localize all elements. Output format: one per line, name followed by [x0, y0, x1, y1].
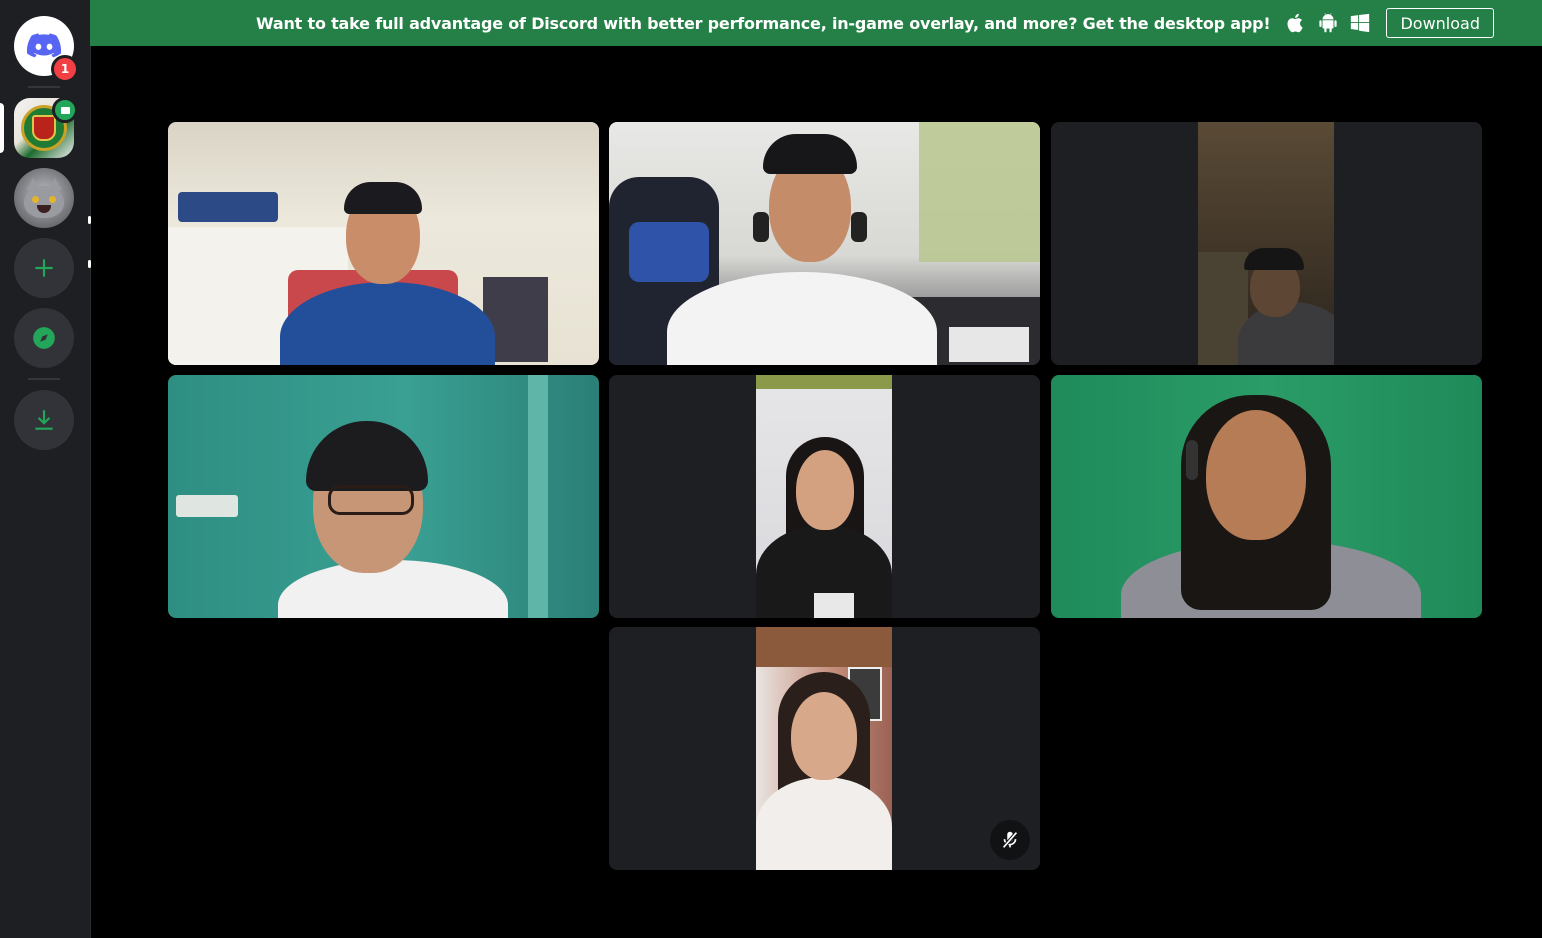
- discord-home-button[interactable]: 1: [14, 16, 79, 83]
- download-apps-button[interactable]: [14, 390, 74, 450]
- apple-icon: [1284, 11, 1308, 35]
- video-call-icon: [52, 97, 78, 123]
- unread-indicator: [88, 216, 91, 224]
- microphone-muted-icon: [1002, 831, 1018, 849]
- mute-indicator-button[interactable]: [990, 820, 1030, 860]
- unread-indicator: [88, 260, 91, 268]
- video-feed: [168, 122, 599, 365]
- add-server-icon: [35, 259, 53, 277]
- video-tile-participant-7[interactable]: [609, 627, 1040, 870]
- video-feed: [1051, 375, 1482, 618]
- video-tile-participant-3[interactable]: [1051, 122, 1482, 365]
- banner-text: Want to take full advantage of Discord w…: [256, 13, 1271, 33]
- video-feed: [609, 122, 1040, 365]
- windows-icon: [1348, 11, 1372, 35]
- explore-servers-button[interactable]: [14, 308, 74, 368]
- video-tile-participant-1[interactable]: [168, 122, 599, 365]
- desktop-app-banner: Want to take full advantage of Discord w…: [90, 0, 1542, 46]
- video-feed: [756, 375, 892, 618]
- download-apps-icon: [35, 410, 53, 430]
- cat-server-button[interactable]: [14, 168, 74, 228]
- cat-server-icon: [24, 178, 64, 218]
- sidebar-divider: [28, 378, 60, 380]
- video-feed: [1198, 122, 1334, 365]
- explore-icon: [33, 327, 55, 349]
- video-tile-participant-6[interactable]: [1051, 375, 1482, 618]
- unread-badge: 1: [51, 55, 79, 83]
- server-sidebar: 1: [0, 0, 91, 938]
- active-server-indicator: [0, 103, 4, 153]
- video-tile-participant-2[interactable]: [609, 122, 1040, 365]
- add-server-button[interactable]: [14, 238, 74, 298]
- video-feed: [168, 375, 599, 618]
- video-tile-participant-4[interactable]: [168, 375, 599, 618]
- video-feed: [756, 627, 892, 870]
- video-tile-participant-5[interactable]: [609, 375, 1040, 618]
- download-button[interactable]: Download: [1386, 8, 1494, 38]
- sidebar-divider: [28, 86, 60, 88]
- android-icon: [1316, 11, 1340, 35]
